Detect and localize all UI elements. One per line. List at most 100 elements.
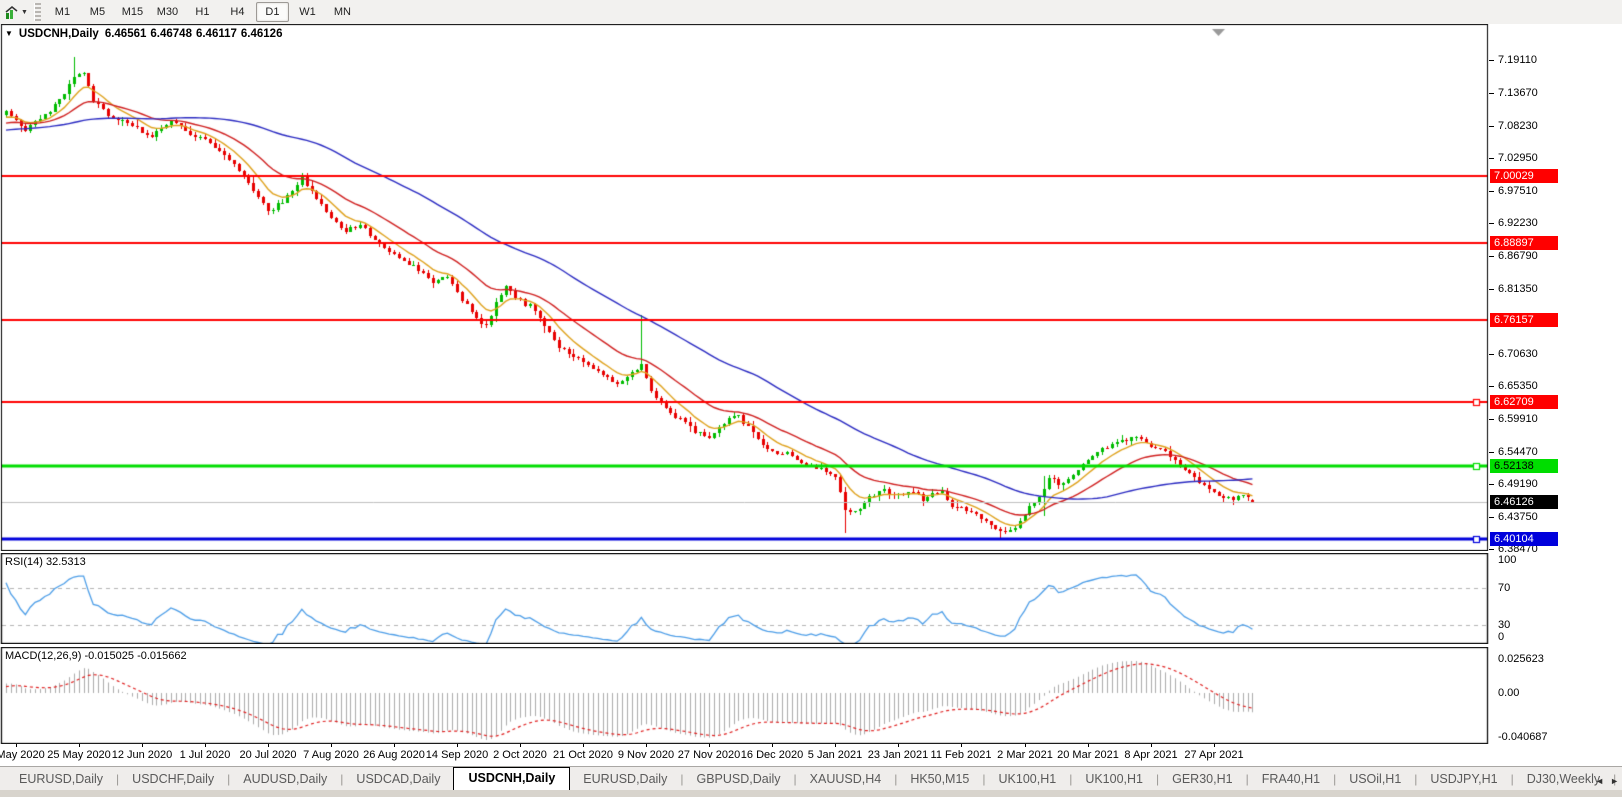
date-axis-tick [709, 744, 710, 747]
rsi-axis-label: 70 [1498, 582, 1510, 594]
price-axis-tick [1489, 386, 1494, 387]
symbol-tab-XAUUSD-H4[interactable]: XAUUSD,H4 [797, 769, 895, 790]
timeframe-button-M5[interactable]: M5 [81, 2, 114, 22]
date-axis-label: 2 Mar 2021 [997, 749, 1053, 761]
symbol-tab-AUDUSD-Daily[interactable]: AUDUSD,Daily [230, 769, 340, 790]
symbol-tab-USDCNH-Daily[interactable]: USDCNH,Daily [453, 767, 570, 790]
rsi-axis-label: 100 [1498, 554, 1516, 566]
symbol-tab-GER30-H1[interactable]: GER30,H1 [1159, 769, 1245, 790]
symbol-tab-FRA40-H1[interactable]: FRA40,H1 [1249, 769, 1333, 790]
chart-tool-button[interactable]: ▼ [0, 2, 32, 22]
price-axis: 7.191107.136707.082307.029506.975106.922… [1489, 24, 1622, 744]
date-axis-label: 1 Jul 2020 [180, 749, 231, 761]
symbol-tab-USDCHF-Daily[interactable]: USDCHF,Daily [119, 769, 227, 790]
symbol-tab-EURUSD-Daily[interactable]: EURUSD,Daily [570, 769, 680, 790]
symbol-tab-bar: EURUSD,Daily|USDCHF,Daily|AUDUSD,Daily|U… [0, 766, 1622, 790]
rsi-axis-label: 30 [1498, 619, 1510, 631]
price-axis-tick [1489, 517, 1494, 518]
date-axis-tick [961, 744, 962, 747]
date-axis-label: 8 Apr 2021 [1124, 749, 1177, 761]
timeframe-button-H1[interactable]: H1 [186, 2, 219, 22]
price-axis-label: 6.49190 [1498, 478, 1538, 490]
symbol-tab-USDCAD-Daily[interactable]: USDCAD,Daily [343, 769, 453, 790]
date-axis-label: 16 Dec 2020 [741, 749, 803, 761]
price-axis-label: 6.54470 [1498, 446, 1538, 458]
date-axis-label: 7 Aug 2020 [303, 749, 359, 761]
price-axis-tick [1489, 452, 1494, 453]
tab-scroll-left-icon[interactable]: ◄ [1595, 776, 1604, 786]
symbol-tab-UK100-H1[interactable]: UK100,H1 [1072, 769, 1156, 790]
level-price-label: 7.00029 [1490, 169, 1558, 183]
price-axis-tick [1489, 256, 1494, 257]
level-price-label: 6.76157 [1490, 313, 1558, 327]
chart-dropdown-icon[interactable]: ▼ [5, 29, 13, 38]
date-axis-label: 20 Jul 2020 [240, 749, 297, 761]
symbol-tab-HK50-M15[interactable]: HK50,M15 [897, 769, 982, 790]
timeframe-button-M15[interactable]: M15 [116, 2, 149, 22]
macd-canvas[interactable] [0, 647, 1489, 744]
date-axis-tick [16, 744, 17, 747]
date-axis-tick [520, 744, 521, 747]
price-axis-label: 6.97510 [1498, 185, 1538, 197]
symbol-tab-USDJPY-H1[interactable]: USDJPY,H1 [1417, 769, 1510, 790]
date-axis-label: 6 May 2020 [0, 749, 45, 761]
price-axis-label: 6.43750 [1498, 511, 1538, 523]
level-price-label: 6.52138 [1490, 459, 1558, 473]
price-axis-label: 6.59910 [1498, 413, 1538, 425]
toolbar-gripper[interactable] [34, 3, 41, 21]
date-axis-label: 26 Aug 2020 [363, 749, 425, 761]
rsi-canvas[interactable] [0, 553, 1489, 644]
date-axis-tick [205, 744, 206, 747]
main-chart-canvas[interactable] [0, 24, 1489, 551]
level-price-label: 6.40104 [1490, 532, 1558, 546]
price-axis-label: 7.08230 [1498, 120, 1538, 132]
price-axis-tick [1489, 126, 1494, 127]
timeframe-button-W1[interactable]: W1 [291, 2, 324, 22]
date-axis-tick [457, 744, 458, 747]
tab-scroll-right-icon[interactable]: ► [1610, 776, 1619, 786]
date-axis-label: 9 Nov 2020 [618, 749, 674, 761]
price-axis-tick [1489, 549, 1494, 550]
price-axis-tick [1489, 93, 1494, 94]
date-axis-label: 23 Jan 2021 [868, 749, 929, 761]
symbol-tab-GBPUSD-Daily[interactable]: GBPUSD,Daily [683, 769, 793, 790]
date-axis-tick [1151, 744, 1152, 747]
price-axis-label: 6.65350 [1498, 380, 1538, 392]
price-high: 6.46748 [150, 28, 192, 40]
price-axis-label: 7.13670 [1498, 87, 1538, 99]
timeframe-button-H4[interactable]: H4 [221, 2, 254, 22]
rsi-label: RSI(14) 32.5313 [5, 556, 86, 568]
date-axis-label: 27 Apr 2021 [1184, 749, 1243, 761]
symbol-tab-UK100-H1[interactable]: UK100,H1 [986, 769, 1070, 790]
price-axis-label: 6.92230 [1498, 217, 1538, 229]
price-axis-tick [1489, 484, 1494, 485]
price-axis-tick [1489, 191, 1494, 192]
price-axis-tick [1489, 289, 1494, 290]
timeframe-button-M30[interactable]: M30 [151, 2, 184, 22]
timeframe-button-M1[interactable]: M1 [46, 2, 79, 22]
date-axis-label: 5 Jan 2021 [808, 749, 862, 761]
macd-panel[interactable]: MACD(12,26,9) -0.015025 -0.015662 [0, 647, 1489, 744]
price-axis-label: 6.86790 [1498, 250, 1538, 262]
date-axis-tick [79, 744, 80, 747]
date-axis-label: 27 Nov 2020 [678, 749, 740, 761]
symbol-tab-EURUSD-Daily[interactable]: EURUSD,Daily [6, 769, 116, 790]
timeframe-button-MN[interactable]: MN [326, 2, 359, 22]
current-price-label: 6.46126 [1490, 495, 1558, 509]
level-price-label: 6.88897 [1490, 236, 1558, 250]
timeframe-toolbar: ▼ M1M5M15M30H1H4D1W1MN [0, 0, 1622, 25]
price-open: 6.46561 [105, 28, 147, 40]
timeframe-button-D1[interactable]: D1 [256, 2, 289, 22]
date-axis-label: 14 Sep 2020 [426, 749, 488, 761]
timeframe-group: M1M5M15M30H1H4D1W1MN [45, 0, 360, 24]
main-chart-panel[interactable]: ▼ USDCNH,Daily 6.46561 6.46748 6.46117 6… [0, 24, 1489, 551]
price-axis-tick [1489, 419, 1494, 420]
symbol-tab-USOil-H1[interactable]: USOil,H1 [1336, 769, 1414, 790]
chevron-down-icon[interactable]: ▼ [21, 9, 28, 16]
date-axis-label: 25 May 2020 [47, 749, 111, 761]
price-axis-tick [1489, 60, 1494, 61]
price-axis-label: 7.19110 [1498, 54, 1537, 66]
rsi-axis-label: 0 [1498, 631, 1504, 643]
rsi-panel[interactable]: RSI(14) 32.5313 [0, 553, 1489, 644]
date-axis-tick [1025, 744, 1026, 747]
